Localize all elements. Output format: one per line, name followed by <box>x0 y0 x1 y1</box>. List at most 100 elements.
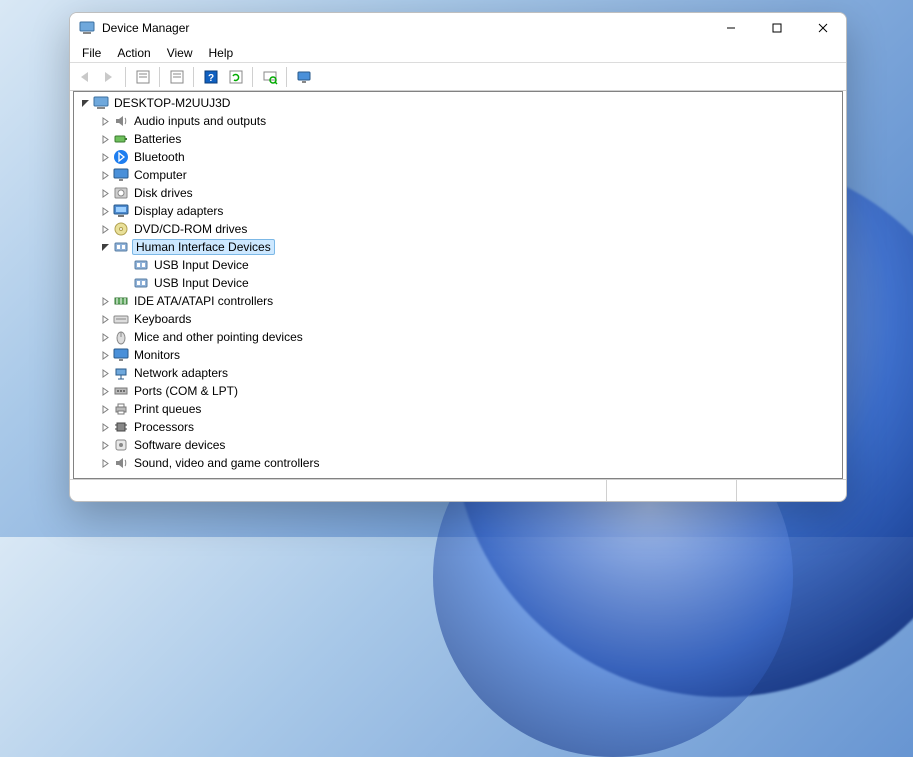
expand-arrow-icon[interactable] <box>98 114 112 128</box>
tree-node[interactable]: Print queues <box>74 400 842 418</box>
tree-node[interactable]: Processors <box>74 418 842 436</box>
scan-hardware-button[interactable] <box>258 66 281 88</box>
hid-icon <box>133 257 149 273</box>
monitor-icon <box>113 167 129 183</box>
software-icon <box>113 437 129 453</box>
tree-node[interactable]: DESKTOP-M2UUJ3D <box>74 94 842 112</box>
hid-icon <box>113 239 129 255</box>
tree-node-label: Human Interface Devices <box>132 239 275 255</box>
tree-node-label: Print queues <box>132 402 203 416</box>
tree-node[interactable]: Human Interface Devices <box>74 238 842 256</box>
tree-node[interactable]: Bluetooth <box>74 148 842 166</box>
expand-arrow-icon[interactable] <box>98 438 112 452</box>
expand-arrow-icon <box>118 258 132 272</box>
tree-node[interactable]: Mice and other pointing devices <box>74 328 842 346</box>
help-icon <box>203 69 219 85</box>
port-icon <box>113 383 129 399</box>
tree-node-label: Network adapters <box>132 366 230 380</box>
tree-node-label: Bluetooth <box>132 150 187 164</box>
tree-node[interactable]: IDE ATA/ATAPI controllers <box>74 292 842 310</box>
tree-node[interactable]: Batteries <box>74 130 842 148</box>
tree-node[interactable]: Monitors <box>74 346 842 364</box>
tree-node[interactable]: Network adapters <box>74 364 842 382</box>
tree-node-label: Software devices <box>132 438 227 452</box>
tree-node-label: Audio inputs and outputs <box>132 114 268 128</box>
help-button[interactable] <box>199 66 222 88</box>
update-driver-button[interactable] <box>224 66 247 88</box>
properties-icon <box>169 69 185 85</box>
disk-icon <box>113 185 129 201</box>
menu-file[interactable]: File <box>74 45 109 61</box>
expand-arrow-icon[interactable] <box>98 456 112 470</box>
expand-arrow-icon[interactable] <box>98 402 112 416</box>
expand-arrow-icon[interactable] <box>98 384 112 398</box>
menu-view[interactable]: View <box>159 45 201 61</box>
collapse-arrow-icon[interactable] <box>78 96 92 110</box>
keyboard-icon <box>113 311 129 327</box>
menu-action[interactable]: Action <box>109 45 158 61</box>
expand-arrow-icon[interactable] <box>98 150 112 164</box>
toolbar <box>70 63 846 91</box>
forward-icon <box>101 69 117 85</box>
tree-node-label: Disk drives <box>132 186 195 200</box>
properties-button[interactable] <box>165 66 188 88</box>
monitor-icon <box>296 69 312 85</box>
expand-arrow-icon[interactable] <box>98 294 112 308</box>
audio-icon <box>113 113 129 129</box>
device-manager-window: Device Manager File Action View Help DES… <box>69 12 847 502</box>
monitor-icon <box>113 347 129 363</box>
tree-node[interactable]: Sound, video and game controllers <box>74 454 842 472</box>
expand-arrow-icon[interactable] <box>98 312 112 326</box>
expand-arrow-icon[interactable] <box>98 186 112 200</box>
battery-icon <box>113 131 129 147</box>
device-tree[interactable]: DESKTOP-M2UUJ3D Audio inputs and outputs B… <box>73 91 843 479</box>
expand-arrow-icon[interactable] <box>98 330 112 344</box>
expand-arrow-icon[interactable] <box>98 132 112 146</box>
menu-help[interactable]: Help <box>201 45 242 61</box>
tree-icon <box>135 69 151 85</box>
expand-arrow-icon[interactable] <box>98 420 112 434</box>
tree-node[interactable]: USB Input Device <box>74 256 842 274</box>
tree-node[interactable]: Keyboards <box>74 310 842 328</box>
minimize-button[interactable] <box>708 13 754 43</box>
refresh-icon <box>228 69 244 85</box>
tree-node[interactable]: Computer <box>74 166 842 184</box>
tree-node[interactable]: Display adapters <box>74 202 842 220</box>
back-icon <box>76 69 92 85</box>
bluetooth-icon <box>113 149 129 165</box>
hid-icon <box>133 275 149 291</box>
tree-node-label: Batteries <box>132 132 183 146</box>
nav-forward-button[interactable] <box>97 66 120 88</box>
tree-node[interactable]: Audio inputs and outputs <box>74 112 842 130</box>
add-legacy-hardware-button[interactable] <box>292 66 315 88</box>
tree-node[interactable]: Software devices <box>74 436 842 454</box>
tree-node-label: Processors <box>132 420 196 434</box>
cd-icon <box>113 221 129 237</box>
tree-node-label: USB Input Device <box>152 276 251 290</box>
expand-arrow-icon[interactable] <box>98 348 112 362</box>
collapse-arrow-icon[interactable] <box>98 240 112 254</box>
tree-node[interactable]: USB Input Device <box>74 274 842 292</box>
cpu-icon <box>113 419 129 435</box>
tree-node-label: Computer <box>132 168 189 182</box>
statusbar <box>70 479 846 501</box>
window-title: Device Manager <box>102 21 189 35</box>
app-icon <box>79 20 95 36</box>
tree-node[interactable]: DVD/CD-ROM drives <box>74 220 842 238</box>
titlebar[interactable]: Device Manager <box>70 13 846 43</box>
close-button[interactable] <box>800 13 846 43</box>
scan-icon <box>262 69 278 85</box>
tree-node-label: Ports (COM & LPT) <box>132 384 240 398</box>
expand-arrow-icon[interactable] <box>98 366 112 380</box>
show-hide-tree-button[interactable] <box>131 66 154 88</box>
expand-arrow-icon[interactable] <box>98 222 112 236</box>
tree-node-label: DVD/CD-ROM drives <box>132 222 249 236</box>
printer-icon <box>113 401 129 417</box>
maximize-button[interactable] <box>754 13 800 43</box>
tree-node[interactable]: Ports (COM & LPT) <box>74 382 842 400</box>
expand-arrow-icon[interactable] <box>98 168 112 182</box>
expand-arrow-icon[interactable] <box>98 204 112 218</box>
tree-node[interactable]: Disk drives <box>74 184 842 202</box>
tree-node-label: Mice and other pointing devices <box>132 330 305 344</box>
nav-back-button[interactable] <box>72 66 95 88</box>
